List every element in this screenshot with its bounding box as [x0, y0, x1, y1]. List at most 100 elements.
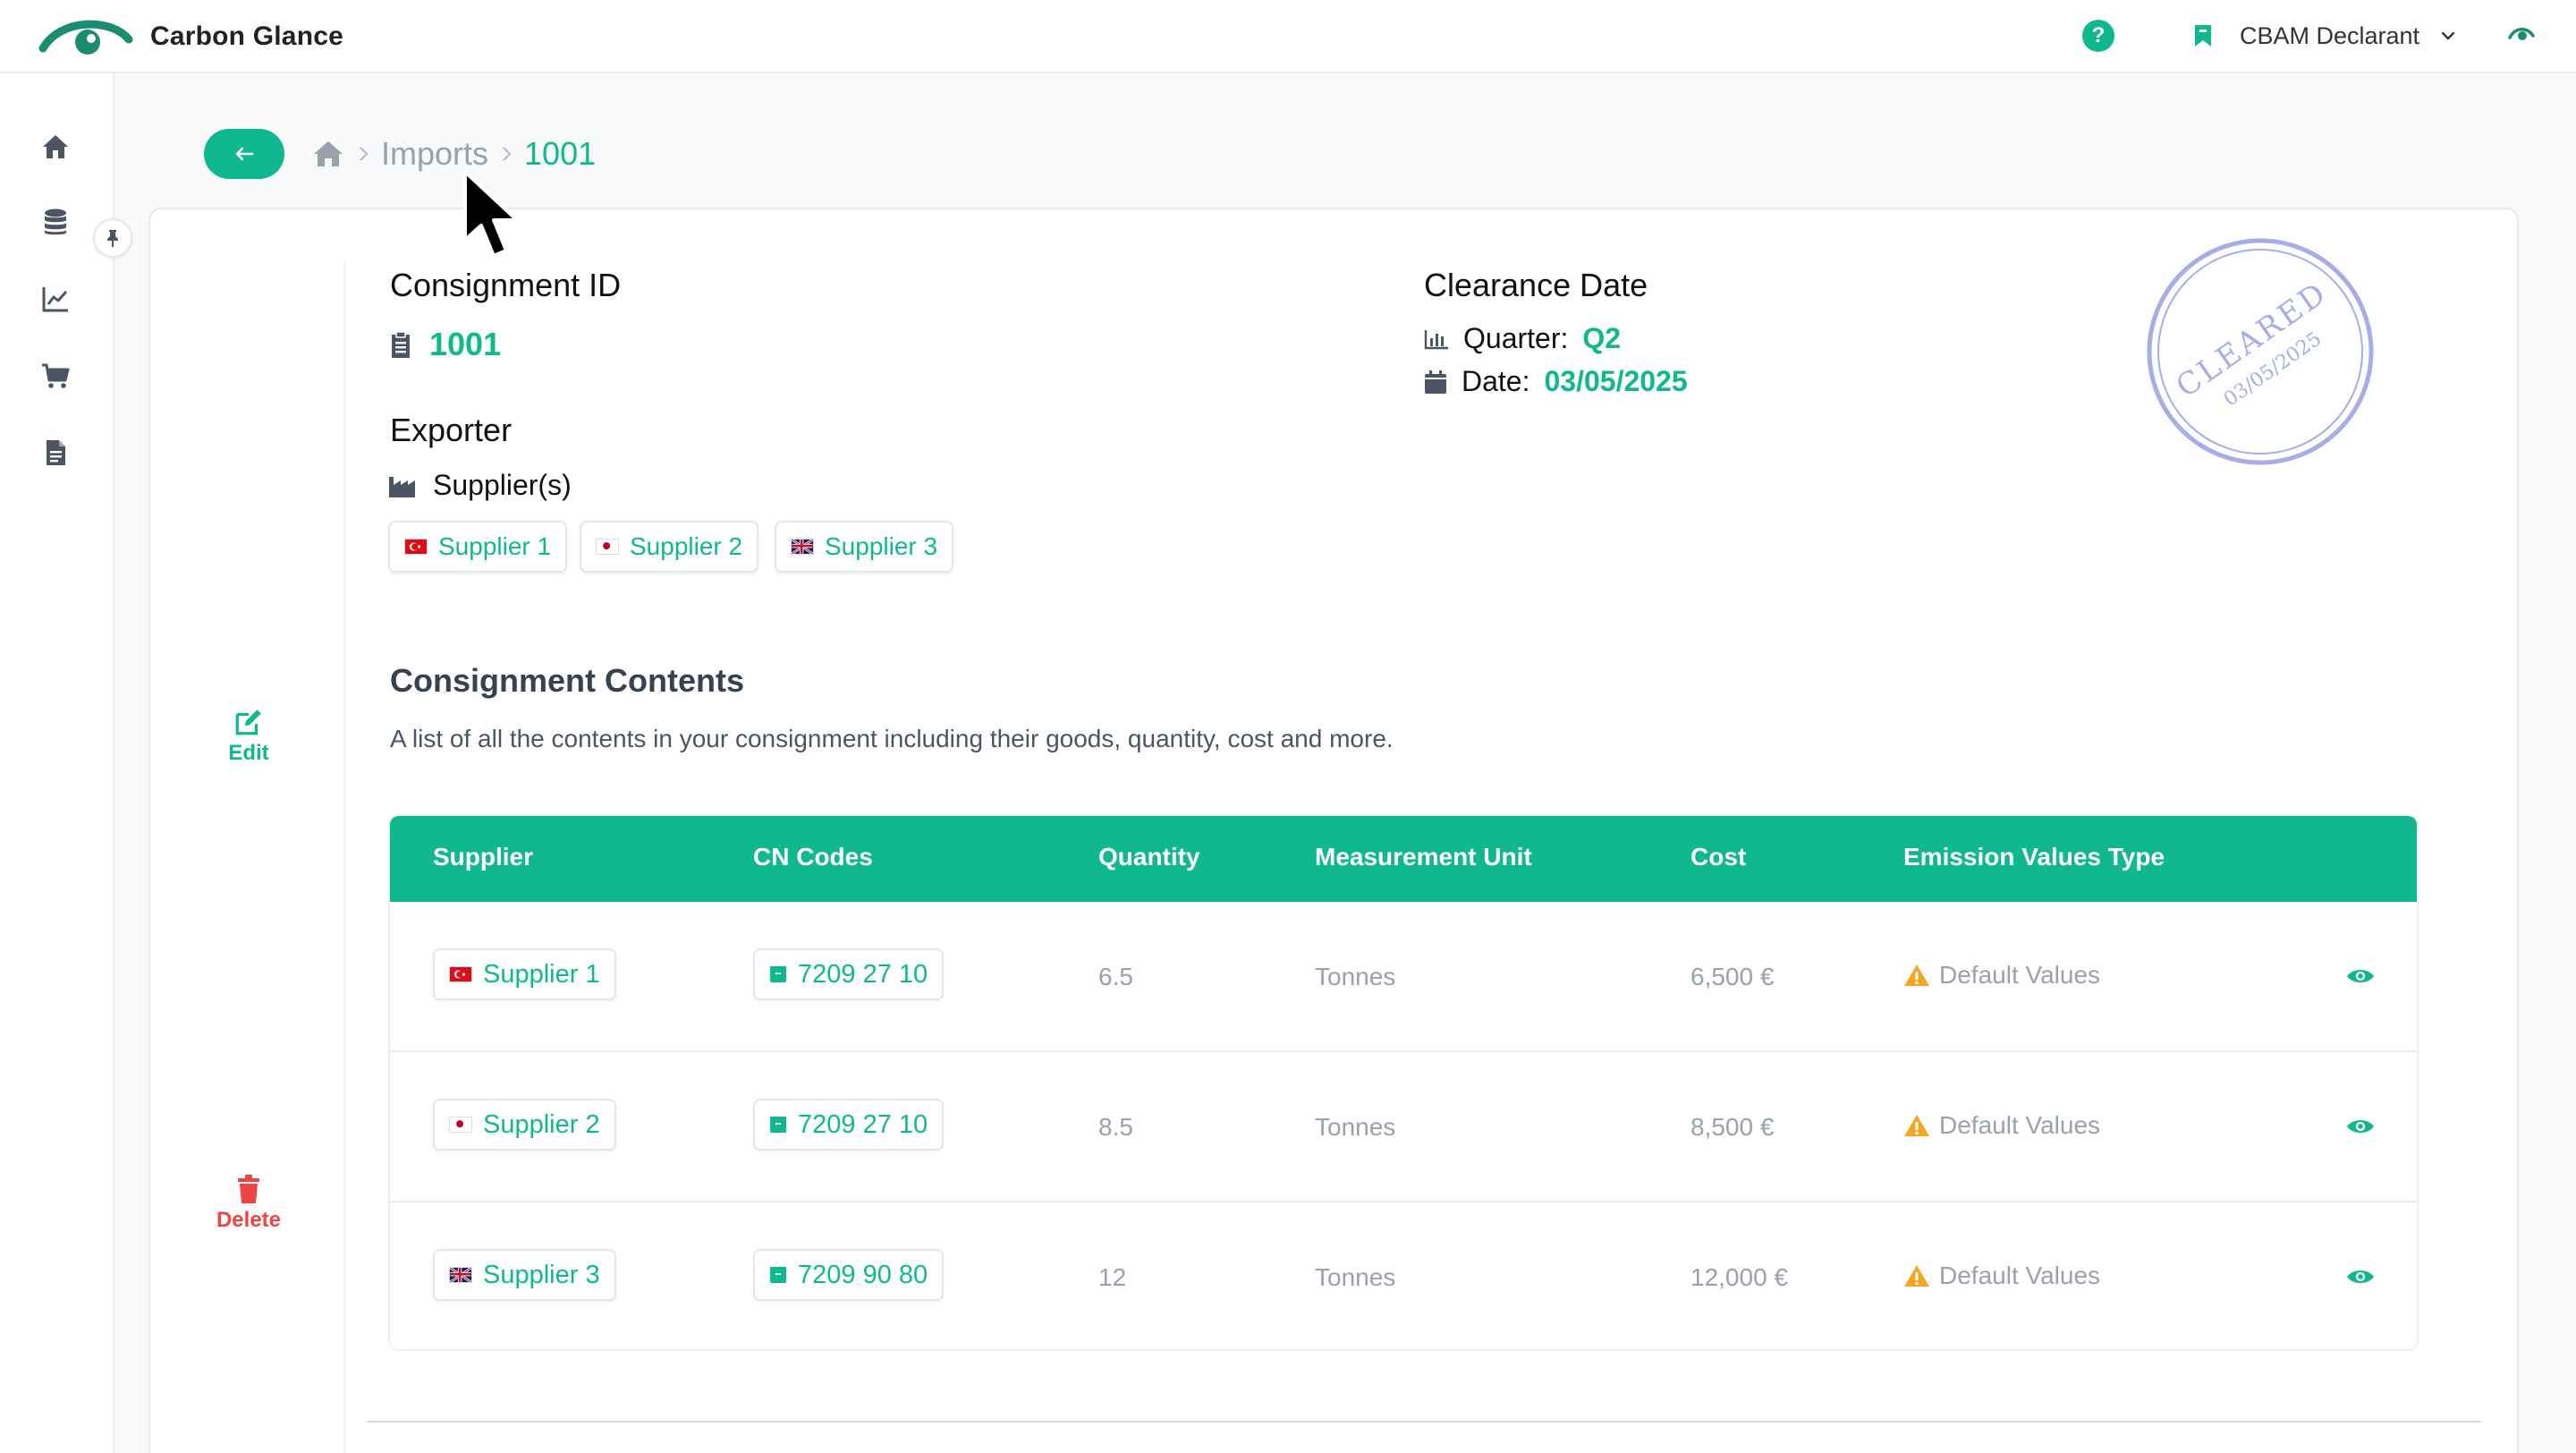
row-unit: Tonnes	[1315, 1113, 1396, 1141]
delete-label: Delete	[216, 1208, 282, 1232]
supplier-chip-1[interactable]: Supplier 1	[388, 521, 568, 573]
brand[interactable]: Carbon Glance	[38, 13, 343, 61]
japan-flag-icon	[596, 539, 619, 555]
row-supplier-chip[interactable]: Supplier 3	[433, 1249, 616, 1301]
consignment-id: 1001	[390, 326, 501, 363]
user-menu[interactable]: CBAM Declarant	[2193, 18, 2457, 54]
sidebar-item-reports[interactable]	[38, 435, 73, 471]
chevron-down-icon	[2441, 31, 2455, 40]
help-icon[interactable]: ?	[2082, 20, 2114, 52]
breadcrumb-imports-link[interactable]: Imports	[381, 135, 488, 173]
user-role: CBAM Declarant	[2240, 21, 2420, 49]
header-cn-codes[interactable]: CN Codes	[753, 843, 873, 871]
warning-icon	[1904, 1265, 1929, 1287]
breadcrumb: Imports 1001	[311, 134, 596, 174]
quarter-row: Quarter: Q2	[1424, 322, 1621, 355]
trash-icon	[238, 1175, 259, 1203]
view-row-button[interactable]	[2345, 961, 2376, 991]
header-emission-values-type[interactable]: Emission Values Type	[1903, 843, 2165, 871]
sidebar-item-analytics[interactable]	[38, 281, 73, 317]
carbon-glance-logo-icon	[38, 20, 133, 55]
app-name: Carbon Glance	[150, 21, 343, 51]
view-row-button[interactable]	[2345, 1111, 2376, 1142]
pin-icon	[107, 230, 118, 247]
box-icon	[770, 1117, 786, 1133]
sidebar-item-imports[interactable]	[38, 358, 73, 394]
suppliers-heading: Supplier(s)	[388, 469, 572, 502]
action-rail	[195, 261, 345, 1453]
row-emission-type: Default Values	[1903, 1111, 2100, 1140]
cleared-stamp: CLEARED 03/05/2025	[2147, 238, 2374, 465]
back-button[interactable]	[204, 129, 284, 179]
sidebar-item-home[interactable]	[38, 129, 73, 165]
header-quantity[interactable]: Quantity	[1098, 843, 1200, 871]
cart-icon	[42, 363, 70, 388]
edit-icon	[235, 710, 261, 735]
edit-label: Edit	[228, 741, 269, 765]
delete-button[interactable]: Delete	[195, 1174, 302, 1233]
home-icon	[43, 135, 68, 158]
eye-icon	[2346, 1270, 2375, 1284]
row-supplier-name: Supplier 3	[483, 1260, 600, 1289]
supplier-chip-label: Supplier 1	[438, 532, 552, 560]
warning-icon	[1904, 1115, 1929, 1136]
row-quantity: 12	[1098, 1263, 1127, 1291]
breadcrumb-home-icon[interactable]	[311, 139, 345, 169]
pin-sidebar-button[interactable]	[93, 218, 132, 258]
row-cn-code-chip[interactable]: 7209 27 10	[753, 1099, 945, 1151]
quarter-value: Q2	[1582, 322, 1622, 354]
header-supplier[interactable]: Supplier	[433, 843, 533, 871]
header-cost[interactable]: Cost	[1690, 843, 1746, 871]
row-cn-code: 7209 27 10	[798, 1109, 928, 1139]
date-label: Date:	[1462, 365, 1530, 397]
sidebar	[0, 73, 114, 1453]
consignment-id-label: Consignment ID	[390, 267, 622, 303]
contents-title: Consignment Contents	[390, 662, 744, 699]
header-measurement-unit[interactable]: Measurement Unit	[1315, 843, 1532, 871]
view-row-button[interactable]	[2345, 1262, 2376, 1292]
row-unit: Tonnes	[1315, 963, 1396, 990]
table-row: Supplier 1 7209 27 10 6.5 Tonnes 6,500 €…	[390, 902, 2417, 1052]
bookmark-icon	[2195, 25, 2211, 47]
japan-flag-icon	[449, 1117, 472, 1133]
row-cost: 6,500 €	[1690, 963, 1775, 990]
row-supplier-chip[interactable]: Supplier 1	[433, 948, 616, 1000]
edit-button[interactable]: Edit	[195, 707, 302, 766]
row-cost: 12,000 €	[1690, 1263, 1788, 1291]
document-icon	[47, 440, 65, 465]
box-icon	[770, 966, 786, 982]
arrow-left-icon	[235, 147, 254, 161]
row-emission-label: Default Values	[1939, 1111, 2101, 1139]
row-emission-type: Default Values	[1903, 1262, 2100, 1290]
mouse-cursor-icon	[463, 170, 519, 258]
row-cn-code-chip[interactable]: 7209 90 80	[753, 1249, 945, 1301]
supplier-chip-label: Supplier 2	[630, 532, 743, 560]
supplier-chip-label: Supplier 3	[825, 532, 938, 560]
eye-icon	[2346, 1119, 2375, 1134]
consignment-id-value: 1001	[429, 326, 502, 362]
calendar-icon	[1425, 370, 1446, 394]
uk-flag-icon	[791, 539, 814, 555]
supplier-chip-3[interactable]: Supplier 3	[775, 521, 954, 573]
divider	[367, 1421, 2481, 1423]
row-cn-code: 7209 27 10	[798, 959, 928, 989]
table-row: Supplier 3 7209 90 80 12 Tonnes 12,000 €…	[390, 1202, 2417, 1349]
supplier-chip-2[interactable]: Supplier 2	[580, 521, 759, 573]
bar-chart-icon	[1424, 329, 1448, 349]
contents-table: Supplier CN Codes Quantity Measurement U…	[388, 814, 2419, 1351]
exporter-label: Exporter	[390, 412, 513, 448]
row-cost: 8,500 €	[1690, 1113, 1775, 1141]
date-row: Date: 03/05/2025	[1424, 365, 1688, 398]
table-row: Supplier 2 7209 27 10 8.5 Tonnes 8,500 €…	[390, 1052, 2417, 1202]
turkey-flag-icon	[449, 966, 472, 982]
quarter-label: Quarter:	[1463, 322, 1569, 354]
box-icon	[770, 1267, 786, 1283]
factory-icon	[389, 476, 415, 497]
row-supplier-chip[interactable]: Supplier 2	[433, 1099, 616, 1151]
contents-description: A list of all the contents in your consi…	[390, 725, 1394, 752]
sidebar-item-database[interactable]	[38, 204, 73, 240]
eye-icon[interactable]	[2508, 25, 2535, 43]
top-bar: Carbon Glance ? CBAM Declarant	[0, 0, 2576, 73]
suppliers-label: Supplier(s)	[433, 469, 572, 501]
row-cn-code-chip[interactable]: 7209 27 10	[753, 948, 945, 1000]
